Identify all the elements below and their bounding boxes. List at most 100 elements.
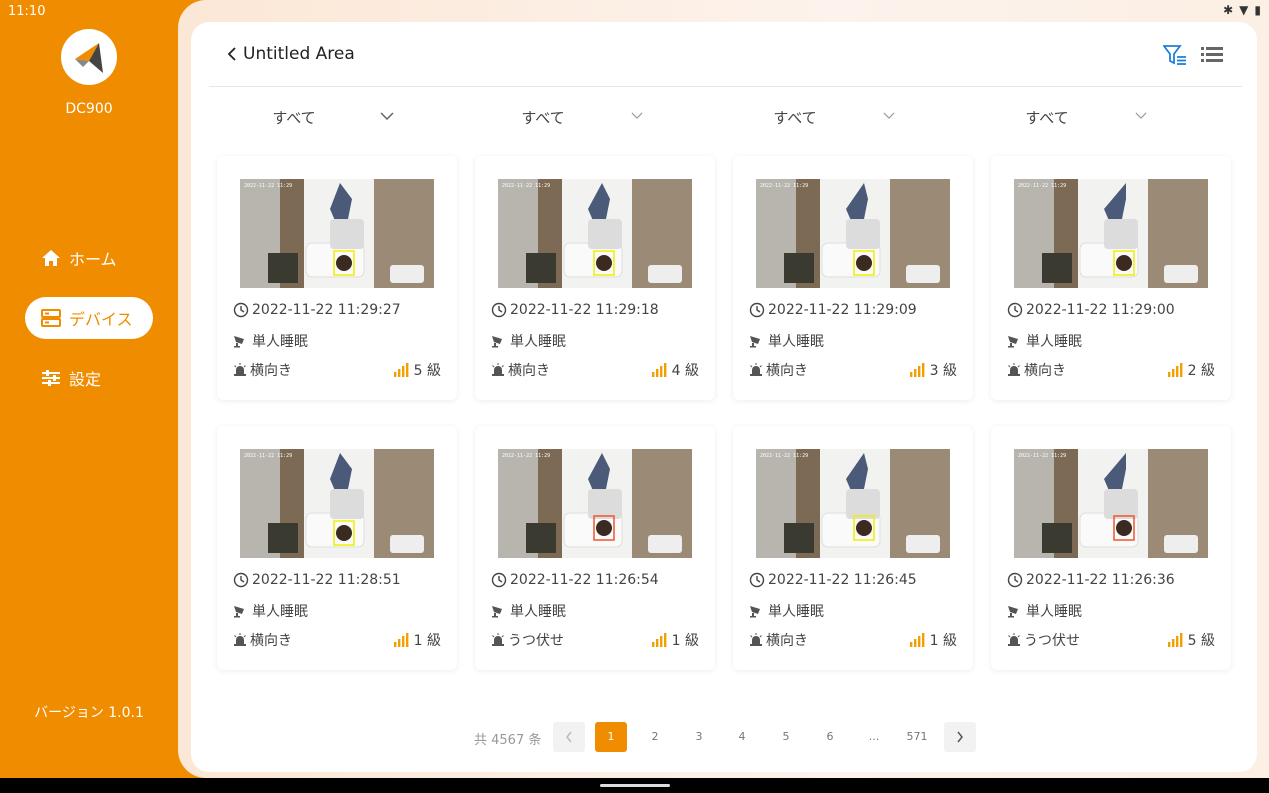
event-thumbnail[interactable]: 2022-11-22 11:29 — [1014, 179, 1208, 288]
nav-settings-label: 設定 — [69, 370, 102, 389]
event-mode: 単人睡眠 — [252, 334, 308, 350]
event-thumbnail[interactable]: 2022-11-22 11:29 — [240, 179, 434, 288]
status-icons: ✱ ▼ ▮ — [1223, 3, 1261, 17]
event-mode: 単人睡眠 — [252, 604, 308, 620]
list-view-icon[interactable] — [1201, 46, 1223, 64]
signal-level-icon — [1167, 363, 1183, 377]
chevron-down-icon — [631, 112, 643, 119]
next-page-button[interactable] — [944, 722, 976, 752]
event-timestamp: 2022-11-22 11:26:36 — [1026, 572, 1175, 588]
signal-level-icon — [909, 633, 925, 647]
alarm-light-icon — [1008, 633, 1020, 646]
chevron-left-icon — [566, 731, 572, 743]
main-panel: Untitled Area すべて すべて すべて すべて 2022-11-22… — [191, 22, 1257, 772]
event-level: 4 級 — [651, 360, 699, 380]
event-mode-row: 単人睡眠 — [491, 601, 699, 621]
event-card[interactable]: 2022-11-22 11:29 2022-11-22 11:26:54 単人睡眠う… — [475, 426, 715, 670]
event-mode-row: 単人睡眠 — [491, 331, 699, 351]
back-button[interactable]: Untitled Area — [227, 44, 355, 64]
event-card[interactable]: 2022-11-22 11:29 2022-11-22 11:26:45 単人睡眠横… — [733, 426, 973, 670]
event-thumbnail[interactable]: 2022-11-22 11:29 — [498, 449, 692, 558]
event-thumbnail[interactable]: 2022-11-22 11:29 — [756, 449, 950, 558]
device-icon — [41, 309, 61, 327]
event-timestamp: 2022-11-22 11:28:51 — [252, 572, 401, 588]
filter-dropdown-1[interactable]: すべて — [224, 102, 394, 132]
camera-icon — [492, 606, 502, 618]
status-bar: 11:10 ✱ ▼ ▮ — [0, 0, 1269, 24]
event-level-value: 5 級 — [1187, 633, 1215, 649]
page-button-2[interactable]: 2 — [639, 722, 671, 752]
alarm-light-icon — [492, 633, 504, 646]
event-card[interactable]: 2022-11-22 11:29 2022-11-22 11:29:27 単人睡眠横… — [217, 156, 457, 400]
svg-text:2022-11-22 11:29: 2022-11-22 11:29 — [502, 183, 550, 189]
signal-level-icon — [393, 363, 409, 377]
event-pose-row: うつ伏せ 1 級 — [491, 630, 699, 650]
pagination: 共 4567 条 1 2 3 4 5 6 ... 571 — [191, 722, 1257, 752]
event-timestamp: 2022-11-22 11:26:45 — [768, 572, 917, 588]
event-mode: 単人睡眠 — [1026, 334, 1082, 350]
header-divider — [209, 86, 1242, 87]
app-logo — [61, 29, 117, 85]
event-level-value: 3 級 — [929, 363, 957, 379]
event-card[interactable]: 2022-11-22 11:29 2022-11-22 11:29:09 単人睡眠横… — [733, 156, 973, 400]
page-ellipsis[interactable]: ... — [858, 722, 890, 752]
signal-level-icon — [1167, 633, 1183, 647]
device-name: DC900 — [65, 101, 113, 117]
camera-icon — [1008, 606, 1018, 618]
page-button-6[interactable]: 6 — [814, 722, 846, 752]
event-thumbnail[interactable]: 2022-11-22 11:29 — [1014, 449, 1208, 558]
signal-level-icon — [393, 633, 409, 647]
event-pose: 横向き — [766, 633, 808, 649]
event-timestamp: 2022-11-22 11:29:09 — [768, 302, 917, 318]
event-mode: 単人睡眠 — [510, 334, 566, 350]
event-card[interactable]: 2022-11-22 11:29 2022-11-22 11:29:18 単人睡眠横… — [475, 156, 715, 400]
event-card[interactable]: 2022-11-22 11:29 2022-11-22 11:26:36 単人睡眠う… — [991, 426, 1231, 670]
signal-level-icon — [651, 633, 667, 647]
event-thumbnail[interactable]: 2022-11-22 11:29 — [498, 179, 692, 288]
event-level-value: 2 級 — [1187, 363, 1215, 379]
nav-device[interactable]: デバイス — [25, 297, 153, 339]
clock-icon — [749, 302, 765, 318]
filter-dropdown-3[interactable]: すべて — [725, 102, 895, 132]
camera-snapshot-image: 2022-11-22 11:29 — [756, 179, 950, 288]
event-thumbnail[interactable]: 2022-11-22 11:29 — [756, 179, 950, 288]
clock-icon — [491, 302, 507, 318]
event-level-value: 5 級 — [413, 363, 441, 379]
event-level: 5 級 — [393, 360, 441, 380]
nav-settings[interactable]: 設定 — [25, 357, 153, 399]
home-indicator[interactable] — [600, 784, 670, 787]
event-pose-row: 横向き 2 級 — [1007, 360, 1215, 380]
camera-snapshot-image: 2022-11-22 11:29 — [1014, 179, 1208, 288]
event-pose: 横向き — [766, 363, 808, 379]
signal-level-icon — [651, 363, 667, 377]
event-timestamp-row: 2022-11-22 11:29:09 — [749, 302, 957, 318]
page-button-3[interactable]: 3 — [683, 722, 715, 752]
chevron-down-icon — [1135, 112, 1147, 119]
page-button-last[interactable]: 571 — [901, 722, 933, 752]
event-pose-row: 横向き 4 級 — [491, 360, 699, 380]
event-thumbnail[interactable]: 2022-11-22 11:29 — [240, 449, 434, 558]
event-pose-row: 横向き 1 級 — [749, 630, 957, 650]
event-mode-row: 単人睡眠 — [1007, 601, 1215, 621]
settings-sliders-icon — [42, 370, 60, 386]
event-card[interactable]: 2022-11-22 11:29 2022-11-22 11:29:00 単人睡眠横… — [991, 156, 1231, 400]
event-timestamp-row: 2022-11-22 11:29:00 — [1007, 302, 1215, 318]
alarm-light-icon — [234, 633, 246, 646]
filter-icon[interactable] — [1163, 44, 1187, 66]
header: Untitled Area — [191, 22, 1257, 88]
filter-dropdown-2[interactable]: すべて — [473, 102, 643, 132]
page-button-4[interactable]: 4 — [726, 722, 758, 752]
camera-icon — [1008, 336, 1018, 348]
sidebar: DC900 ホーム デバイス 設定 バージョン 1.0.1 — [0, 0, 178, 778]
page-button-1[interactable]: 1 — [595, 722, 627, 752]
camera-icon — [234, 606, 244, 618]
camera-icon — [492, 336, 502, 348]
filter-dropdown-4[interactable]: すべて — [977, 102, 1147, 132]
event-timestamp-row: 2022-11-22 11:26:54 — [491, 572, 699, 588]
nav-home[interactable]: ホーム — [25, 237, 153, 279]
svg-text:2022-11-22 11:29: 2022-11-22 11:29 — [502, 453, 550, 459]
page-button-5[interactable]: 5 — [770, 722, 802, 752]
event-card[interactable]: 2022-11-22 11:29 2022-11-22 11:28:51 単人睡眠横… — [217, 426, 457, 670]
event-pose: 横向き — [508, 363, 550, 379]
prev-page-button[interactable] — [553, 722, 585, 752]
